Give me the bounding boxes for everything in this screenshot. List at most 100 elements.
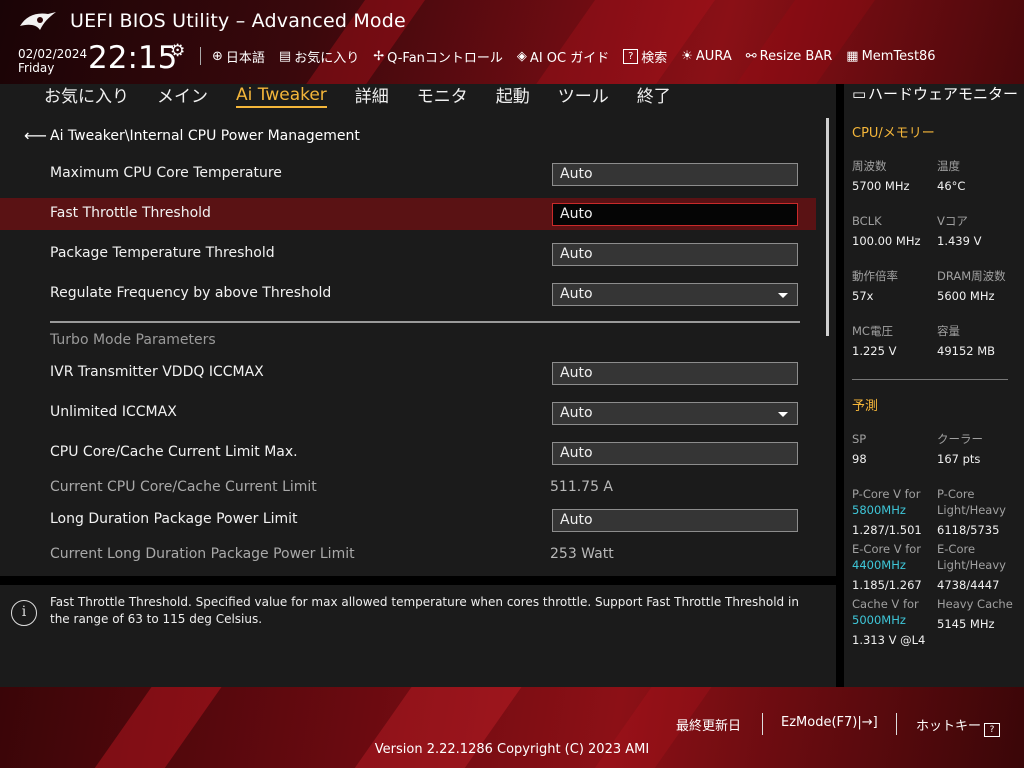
info-row-current-cpu-current-limit: Current CPU Core/Cache Current Limit 511… bbox=[0, 472, 816, 504]
footer-divider bbox=[896, 713, 897, 735]
chevron-down-icon bbox=[778, 412, 788, 417]
ai-oc-guide-button[interactable]: ◈ AI OC ガイド bbox=[510, 47, 616, 66]
tab-monitor[interactable]: モニタ bbox=[417, 82, 468, 108]
language-button[interactable]: ⊕ 日本語 bbox=[205, 47, 272, 66]
main-nav: お気に入り メイン Ai Tweaker 詳細 モニタ 起動 ツール 終了 bbox=[0, 84, 836, 108]
hotkey-button[interactable]: ホットキー? bbox=[916, 715, 1001, 737]
hw-label: 周波数 bbox=[852, 159, 887, 173]
hw-value: 1.439 V bbox=[937, 234, 982, 248]
package-temp-threshold-input[interactable]: Auto bbox=[552, 243, 798, 266]
setting-label: Fast Throttle Threshold bbox=[50, 205, 211, 221]
chevron-down-icon bbox=[778, 293, 788, 298]
long-duration-power-limit-input[interactable]: Auto bbox=[552, 509, 798, 532]
fast-throttle-threshold-input[interactable]: Auto bbox=[552, 203, 798, 226]
hw-label: P-Core Light/Heavy bbox=[937, 487, 1006, 517]
regulate-frequency-dropdown[interactable]: Auto bbox=[552, 283, 798, 306]
ezmode-button[interactable]: EzMode(F7)|→] bbox=[781, 715, 878, 730]
version-text: Version 2.22.1286 Copyright (C) 2023 AMI bbox=[374, 742, 650, 757]
hw-monitor-title: ▭ ハードウェアモニター bbox=[852, 85, 1019, 103]
setting-row-ivr-vddq-iccmax[interactable]: IVR Transmitter VDDQ ICCMAX Auto bbox=[0, 357, 816, 389]
ivr-vddq-iccmax-input[interactable]: Auto bbox=[552, 362, 798, 385]
hw-value: 1.225 V bbox=[852, 344, 897, 358]
aura-button[interactable]: ☀ AURA bbox=[674, 49, 738, 64]
setting-row-max-cpu-core-temp[interactable]: Maximum CPU Core Temperature Auto bbox=[0, 158, 816, 190]
setting-row-package-temp-threshold[interactable]: Package Temperature Threshold Auto bbox=[0, 238, 816, 270]
hw-value: 49152 MB bbox=[937, 344, 996, 358]
hw-value: 4738/4447 bbox=[937, 578, 1000, 592]
hw-section-cpu-memory: CPU/メモリー bbox=[852, 126, 935, 141]
hw-label: BCLK bbox=[852, 214, 882, 228]
scrollbar[interactable] bbox=[826, 118, 829, 336]
breadcrumb: ⟵ Ai Tweaker\Internal CPU Power Manageme… bbox=[24, 126, 360, 145]
info-label: Current Long Duration Package Power Limi… bbox=[50, 546, 355, 562]
setting-row-unlimited-iccmax[interactable]: Unlimited ICCMAX Auto bbox=[0, 397, 816, 429]
search-button[interactable]: ? 検索 bbox=[616, 47, 674, 66]
fan-icon: ✢ bbox=[373, 48, 385, 64]
tab-ai-tweaker[interactable]: Ai Tweaker bbox=[236, 85, 327, 108]
info-icon: i bbox=[11, 600, 37, 626]
tab-main[interactable]: メイン bbox=[157, 82, 208, 108]
memtest-button[interactable]: ▦ MemTest86 bbox=[839, 49, 942, 64]
hw-value: 5145 MHz bbox=[937, 617, 995, 631]
setting-row-long-duration-power-limit[interactable]: Long Duration Package Power Limit Auto bbox=[0, 504, 816, 536]
tab-favorites[interactable]: お気に入り bbox=[44, 82, 129, 108]
bookmark-icon: ▤ bbox=[278, 48, 292, 64]
aura-icon: ☀ bbox=[681, 48, 693, 64]
tab-tool[interactable]: ツール bbox=[558, 82, 609, 108]
setting-label: Regulate Frequency by above Threshold bbox=[50, 285, 332, 301]
clock-display: 22:15 bbox=[88, 40, 178, 76]
favorites-button[interactable]: ▤ お気に入り bbox=[272, 47, 366, 66]
last-modified-button[interactable]: 最終更新日 bbox=[676, 715, 741, 734]
hw-label: MC電圧 bbox=[852, 324, 893, 338]
hw-label: 容量 bbox=[937, 324, 960, 338]
hw-value: 167 pts bbox=[937, 452, 981, 466]
hw-label: クーラー bbox=[937, 432, 983, 446]
monitor-icon: ▭ bbox=[852, 85, 867, 103]
unlimited-iccmax-dropdown[interactable]: Auto bbox=[552, 402, 798, 425]
hw-value: 1.287/1.501 bbox=[852, 523, 922, 537]
gear-icon[interactable]: ⚙ bbox=[170, 41, 185, 61]
back-arrow-icon[interactable]: ⟵ bbox=[24, 126, 47, 145]
rog-logo-icon bbox=[20, 12, 56, 30]
date-text: 02/02/2024 bbox=[18, 47, 88, 61]
hw-section-prediction: 予測 bbox=[852, 399, 879, 414]
toolbar: ⊕ 日本語 ▤ お気に入り ✢ Q-Fanコントロール ◈ AI OC ガイド ? 検索 … bbox=[200, 46, 943, 66]
exit-arrow-icon: →] bbox=[861, 715, 878, 730]
memtest-icon: ▦ bbox=[846, 48, 859, 64]
date-display: 02/02/2024 Friday bbox=[18, 47, 87, 75]
resize-bar-icon: ⚯ bbox=[745, 48, 757, 64]
hw-value: 98 bbox=[852, 452, 867, 466]
tab-advanced[interactable]: 詳細 bbox=[355, 82, 389, 108]
section-divider bbox=[50, 321, 800, 323]
setting-row-cpu-current-limit-max[interactable]: CPU Core/Cache Current Limit Max. Auto bbox=[0, 437, 816, 469]
header-bar: UEFI BIOS Utility – Advanced Mode 02/02/… bbox=[0, 0, 1024, 84]
main-panel: お気に入り メイン Ai Tweaker 詳細 モニタ 起動 ツール 終了 ⟵ … bbox=[0, 84, 836, 576]
hw-label: Heavy Cache bbox=[937, 597, 1013, 611]
ai-oc-icon: ◈ bbox=[516, 48, 527, 64]
hw-value: 6118/5735 bbox=[937, 523, 1000, 537]
max-cpu-core-temp-input[interactable]: Auto bbox=[552, 163, 798, 186]
tab-exit[interactable]: 終了 bbox=[637, 82, 671, 108]
setting-row-regulate-frequency[interactable]: Regulate Frequency by above Threshold Au… bbox=[0, 278, 816, 310]
hw-label: E-Core V for 4400MHz bbox=[852, 542, 922, 572]
hw-value: 1.185/1.267 bbox=[852, 578, 922, 592]
globe-icon: ⊕ bbox=[212, 48, 223, 64]
help-search-icon: ? bbox=[623, 48, 639, 64]
tab-boot[interactable]: 起動 bbox=[496, 82, 530, 108]
hw-value: 1.313 V @L4 bbox=[852, 633, 926, 647]
qfan-control-button[interactable]: ✢ Q-Fanコントロール bbox=[366, 47, 510, 66]
toolbar-divider bbox=[200, 47, 201, 65]
setting-label: Long Duration Package Power Limit bbox=[50, 511, 298, 527]
app-title: UEFI BIOS Utility – Advanced Mode bbox=[70, 10, 406, 32]
hw-value: 100.00 MHz bbox=[852, 234, 921, 248]
setting-label: IVR Transmitter VDDQ ICCMAX bbox=[50, 364, 264, 380]
setting-label: CPU Core/Cache Current Limit Max. bbox=[50, 444, 298, 460]
hw-label: P-Core V for 5800MHz bbox=[852, 487, 921, 517]
breadcrumb-path: Ai Tweaker\Internal CPU Power Management bbox=[50, 127, 360, 144]
question-key-icon: ? bbox=[984, 723, 1001, 737]
cpu-current-limit-max-input[interactable]: Auto bbox=[552, 442, 798, 465]
resize-bar-button[interactable]: ⚯ Resize BAR bbox=[739, 49, 840, 64]
hw-label: SP bbox=[852, 432, 867, 446]
setting-row-fast-throttle-threshold[interactable]: Fast Throttle Threshold Auto bbox=[0, 198, 816, 230]
hw-value: 5600 MHz bbox=[937, 289, 995, 303]
